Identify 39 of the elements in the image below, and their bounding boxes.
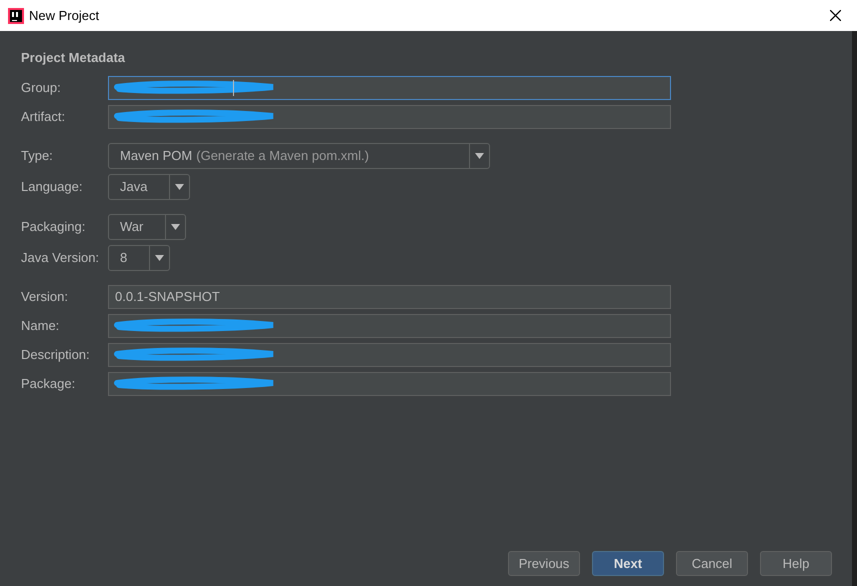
field-label: Version:	[21, 288, 69, 306]
text-field[interactable]	[108, 104, 671, 128]
dropdown-value: War	[120, 218, 144, 236]
caret-icon	[175, 184, 184, 190]
text-cursor	[233, 80, 234, 96]
dialog-button[interactable]: Cancel	[676, 551, 748, 576]
dropdown[interactable]: War	[108, 214, 186, 240]
field-label: Packaging:	[21, 218, 86, 236]
dropdown[interactable]: Java	[108, 174, 190, 200]
text-field[interactable]	[108, 76, 671, 100]
text-field[interactable]	[108, 314, 671, 338]
dropdown-value: 8	[120, 248, 128, 267]
text-field[interactable]: 0.0.1-SNAPSHOT	[108, 284, 671, 308]
dropdown-hint: (Generate a Maven pom.xml.)	[196, 146, 369, 165]
caret-icon	[171, 224, 180, 230]
field-label: Artifact:	[21, 108, 66, 126]
field-label: Package:	[21, 374, 76, 393]
text-field[interactable]	[108, 372, 671, 396]
field-label: Language:	[21, 178, 84, 196]
field-label: Description:	[21, 346, 91, 364]
dropdown[interactable]: Maven POM (Generate a Maven pom.xml.)	[108, 142, 490, 168]
field-label: Java Version:	[21, 248, 100, 267]
dropdown-value: Maven POM	[120, 146, 192, 165]
section-title: Project Metadata	[21, 49, 126, 67]
dialog-button[interactable]: Help	[760, 551, 832, 576]
field-value: 0.0.1-SNAPSHOT	[115, 288, 220, 306]
field-label: Name:	[21, 316, 60, 335]
text-field[interactable]	[108, 342, 671, 366]
dropdown-value: Java	[120, 178, 148, 196]
dialog-button[interactable]: Previous	[508, 551, 580, 576]
caret-icon	[155, 254, 164, 260]
field-label: Type:	[21, 146, 54, 165]
dialog-button[interactable]: Next	[592, 551, 664, 576]
window-title: New Project	[29, 6, 100, 25]
caret-icon	[474, 152, 484, 158]
dropdown[interactable]: 8	[108, 244, 170, 270]
field-label: Group:	[21, 78, 62, 97]
close-icon	[830, 10, 840, 21]
app-icon	[8, 8, 24, 24]
